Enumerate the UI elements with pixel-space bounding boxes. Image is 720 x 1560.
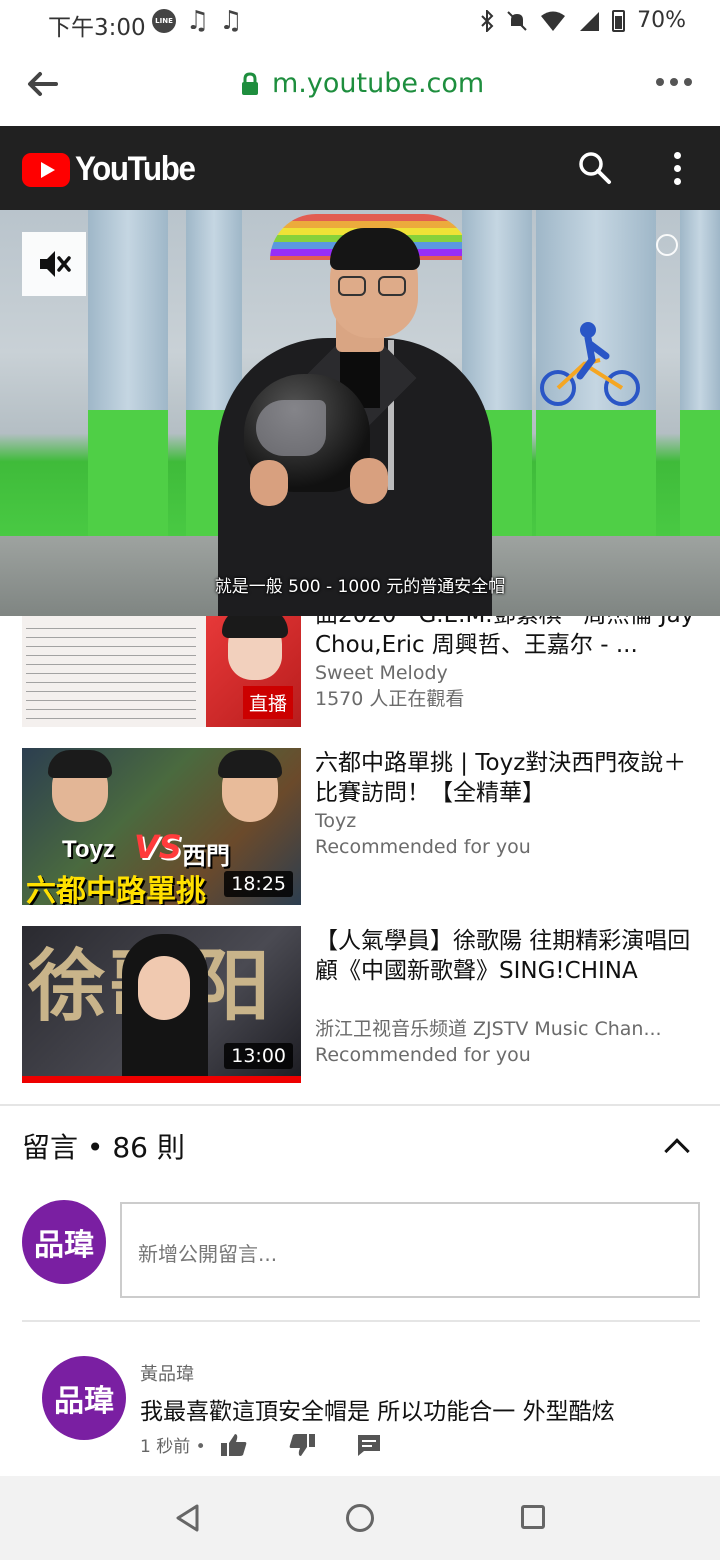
video-recommendation: Recommended for you	[315, 1044, 531, 1066]
music-note-icon: ♫	[186, 6, 210, 36]
thumbnail-text: 六都中路單挑	[26, 874, 206, 905]
youtube-logo-text: YouTube	[75, 150, 196, 188]
status-system-icons: 70%	[480, 8, 686, 33]
video-channel: 浙江卫视音乐频道 ZJSTV Music Chan...	[315, 1018, 662, 1040]
url-text[interactable]: m.youtube.com	[272, 68, 484, 99]
volume-muted-icon	[40, 251, 71, 277]
reply-icon[interactable]	[356, 1433, 382, 1457]
back-arrow-icon[interactable]	[26, 70, 58, 98]
mute-icon	[507, 10, 527, 31]
unmute-button[interactable]	[22, 232, 86, 296]
youtube-play-icon	[22, 152, 70, 187]
video-channel: Sweet Melody	[315, 662, 448, 684]
status-notification-icons: LINE ♫ ♫	[152, 6, 243, 36]
signal-icon	[580, 11, 600, 31]
like-icon[interactable]	[220, 1433, 248, 1457]
pillar	[680, 210, 720, 540]
avatar: 品瑋	[22, 1200, 106, 1284]
helmet-visor	[256, 400, 326, 456]
comment-input[interactable]: 新增公開留言...	[120, 1202, 700, 1298]
comment-author[interactable]: 黃品瑋	[140, 1360, 194, 1386]
streamer-hair	[218, 750, 282, 778]
live-badge: 直播	[242, 686, 293, 719]
singer-hair	[222, 616, 288, 638]
video-list-item[interactable]: 徐歌阳 13:00 【人氣學員】徐歌陽 往期精彩演唱回顧《中國新歌聲》SING!…	[0, 926, 720, 1086]
glasses	[378, 276, 406, 296]
browser-toolbar: m.youtube.com	[0, 44, 720, 126]
line-icon: LINE	[152, 9, 176, 33]
bluetooth-icon	[481, 9, 494, 32]
presenter-hair	[330, 228, 420, 270]
thumbnail-text: Toyz	[62, 836, 115, 863]
comments-header: 留言 • 86 則	[22, 1131, 185, 1164]
youtube-header: YouTube	[0, 126, 720, 210]
section-divider	[0, 1104, 720, 1106]
video-channel: Toyz	[315, 810, 357, 832]
section-divider	[22, 1320, 700, 1322]
comment-time: 1 秒前 •	[140, 1437, 206, 1457]
video-subtitle: 就是一般 500 - 1000 元的普通安全帽	[214, 577, 506, 597]
hand	[350, 458, 388, 504]
video-duration: 18:25	[224, 871, 293, 897]
nav-home-icon[interactable]	[346, 1504, 374, 1532]
address-bar[interactable]: m.youtube.com	[240, 68, 484, 99]
battery-level: 70%	[637, 8, 686, 33]
video-thumbnail[interactable]: 直播	[22, 616, 301, 727]
battery-icon	[612, 9, 626, 32]
nav-recents-icon[interactable]	[521, 1505, 545, 1529]
video-title[interactable]: 【人氣學員】徐歌陽 往期精彩演唱回顧《中國新歌聲》SING!CHINA	[315, 926, 695, 986]
android-nav-bar	[0, 1476, 720, 1560]
music-note-icon: ♫	[219, 6, 243, 36]
watched-progress-bar	[22, 1076, 301, 1083]
video-list-item[interactable]: 直播 曲2020 · G.E.M.鄧紫棋 · 周杰倫 Jay Chou,Eric…	[0, 616, 720, 728]
video-recommendation: Recommended for you	[315, 836, 531, 858]
video-thumbnail[interactable]: Toyz VS 西門 六都中路單挑 18:25	[22, 748, 301, 905]
youtube-logo[interactable]: YouTube	[22, 150, 205, 189]
browser-menu-icon[interactable]	[656, 78, 692, 86]
cyclist-mural	[540, 322, 640, 406]
wifi-icon	[541, 11, 566, 31]
lock-icon	[242, 71, 258, 95]
search-icon[interactable]	[578, 151, 612, 185]
timer-icon	[656, 234, 678, 256]
video-player[interactable]: 就是一般 500 - 1000 元的普通安全帽	[0, 210, 720, 616]
video-title[interactable]: 六都中路單挑 | Toyz對決西門夜說＋比賽訪問！【全精華】	[315, 748, 695, 808]
video-viewers: 1570 人正在觀看	[315, 688, 465, 710]
video-thumbnail[interactable]: 徐歌阳 13:00	[22, 926, 301, 1083]
singer-face	[138, 956, 190, 1020]
nav-back-icon[interactable]	[174, 1503, 200, 1533]
glasses	[338, 276, 366, 296]
hand	[250, 460, 288, 506]
dislike-icon[interactable]	[288, 1433, 316, 1457]
comment-actions: 1 秒前 •	[140, 1432, 382, 1457]
tracklist-graphic	[26, 620, 196, 720]
status-time: 下午3:00	[48, 15, 146, 41]
pillar	[88, 210, 168, 540]
status-bar: 下午3:00 LINE ♫ ♫ 70%	[0, 0, 720, 44]
video-duration: 13:00	[224, 1043, 293, 1069]
avatar[interactable]: 品瑋	[42, 1356, 126, 1440]
thumbnail-text: VS	[134, 828, 182, 866]
comment-text: 我最喜歡這頂安全帽是 所以功能合一 外型酷炫	[140, 1399, 615, 1425]
streamer-hair	[48, 750, 112, 778]
more-options-icon[interactable]	[674, 152, 681, 185]
chevron-up-icon[interactable]	[664, 1138, 690, 1164]
video-list-item[interactable]: Toyz VS 西門 六都中路單挑 18:25 六都中路單挑 | Toyz對決西…	[0, 748, 720, 908]
